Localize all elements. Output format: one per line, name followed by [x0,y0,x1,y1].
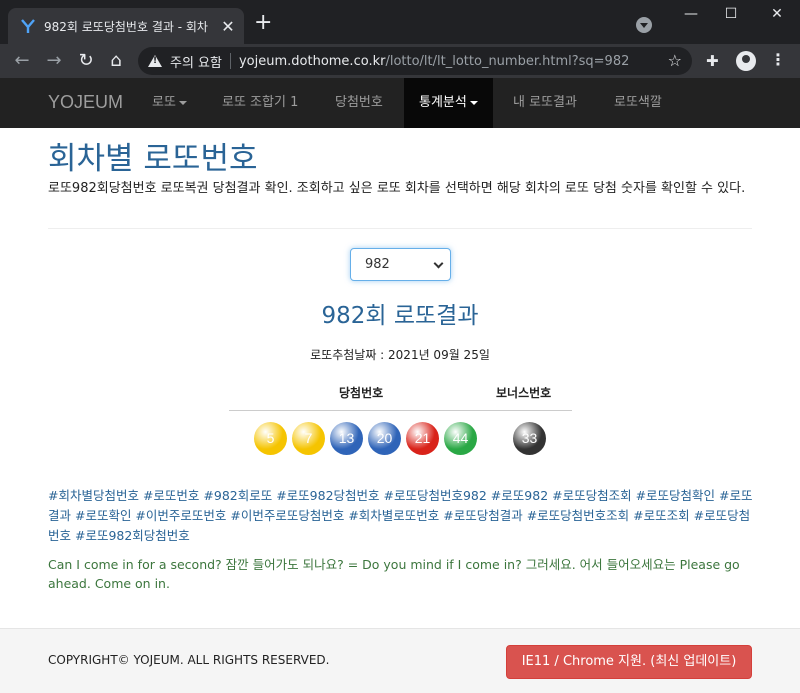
address-divider [229,53,231,69]
nav-item-lotto[interactable]: 로또 [137,78,202,128]
url-host: yojeum.dothome.co.kr [238,53,386,69]
caret-down-icon [469,100,478,105]
draw-number-select-value: 982 [365,257,390,272]
back-icon[interactable]: ← [10,49,34,73]
tab-title: 982회 로또당첨번호 결과 - 회차 [44,19,208,34]
chevron-down-icon [433,258,444,269]
nav-item-lotto-colors[interactable]: 로또색깔 [599,78,677,128]
site-footer: COPYRIGHT© YOJEUM. ALL RIGHTS RESERVED. … [0,628,800,693]
result-title: 982회 로또결과 [321,303,479,329]
english-tip-text: Can I come in for a second? 잠깐 들어가도 되나요?… [48,557,740,591]
lotto-ball: 44 [444,422,477,455]
table-divider [229,410,572,411]
browser-support-button[interactable]: IE11 / Chrome 지원. (최신 업데이트) [506,645,752,679]
lotto-ball: 7 [292,422,325,455]
page-description: 로또982회당첨번호 로또복권 당첨결과 확인. 조회하고 싶은 로또 회차를 … [48,181,746,196]
forward-icon[interactable]: → [42,49,66,73]
caret-down-icon [178,100,187,105]
url-path: /lotto/lt/lt_lotto_number.html?sq=982 [385,53,630,69]
security-label[interactable]: 주의 요함 [170,52,222,71]
lotto-ball: 5 [254,422,287,455]
tab-close-icon[interactable]: ✕ [220,17,236,36]
browser-menu-icon[interactable]: ⋮ [770,50,786,69]
nav-item-label: 로또 조합기 1 [222,95,299,110]
winning-numbers-header: 당첨번호 [339,386,384,400]
extensions-icon[interactable]: ✚ [706,52,719,70]
minimize-icon[interactable]: — [676,6,706,22]
draw-date: 로또추첨날짜 : 2021년 09월 25일 [310,348,490,362]
nav-item-label: 로또색깔 [614,95,662,110]
nav-item-my-results[interactable]: 내 로또결과 [498,78,592,128]
site-favicon-icon [21,19,35,33]
browser-tab[interactable]: 982회 로또당첨번호 결과 - 회차 ✕ [8,8,244,44]
tab-search-icon[interactable] [636,17,652,33]
lotto-ball: 13 [330,422,363,455]
home-icon[interactable]: ⌂ [104,49,128,73]
copyright-text: COPYRIGHT© YOJEUM. ALL RIGHTS RESERVED. [48,653,330,667]
bonus-number-header: 보너스번호 [496,386,552,400]
bonus-ball: 33 [513,422,546,455]
warning-icon[interactable] [148,55,162,67]
nav-item-label: 내 로또결과 [513,95,577,110]
close-window-icon[interactable]: ✕ [762,6,792,22]
nav-item-label: 로또 [152,95,176,110]
page-title: 회차별 로또번호 [48,141,258,177]
new-tab-icon[interactable]: + [254,12,272,34]
browser-toolbar: ← → ↻ ⌂ 주의 요함 yojeum.dothome.co.kr/lotto… [0,44,800,78]
maximize-icon[interactable]: ☐ [716,6,746,22]
nav-item-statistics[interactable]: 통계분석 [404,78,493,128]
lotto-ball: 21 [406,422,439,455]
hashtag-links[interactable]: #회차별당첨번호 #로또번호 #982회로또 #로또982당첨번호 #로또당첨번… [48,486,758,546]
address-bar[interactable]: 주의 요함 yojeum.dothome.co.kr/lotto/lt/lt_l… [138,47,692,75]
site-navbar: YOJEUM 로또 로또 조합기 1 당첨번호 통계분석 내 로또결과 로또색깔 [0,78,800,128]
bookmark-star-icon[interactable]: ☆ [668,51,682,70]
profile-avatar-icon[interactable] [736,51,756,71]
draw-number-select[interactable]: 982 [350,248,451,281]
lotto-ball: 20 [368,422,401,455]
nav-item-combiner[interactable]: 로또 조합기 1 [207,78,313,128]
reload-icon[interactable]: ↻ [74,49,98,73]
brand-logo[interactable]: YOJEUM [48,92,123,113]
nav-item-label: 통계분석 [419,95,467,110]
divider [48,228,752,229]
browser-tab-strip: 982회 로또당첨번호 결과 - 회차 ✕ + — ☐ ✕ [0,0,800,44]
nav-item-winning-numbers[interactable]: 당첨번호 [320,78,398,128]
nav-item-label: 당첨번호 [335,95,383,110]
